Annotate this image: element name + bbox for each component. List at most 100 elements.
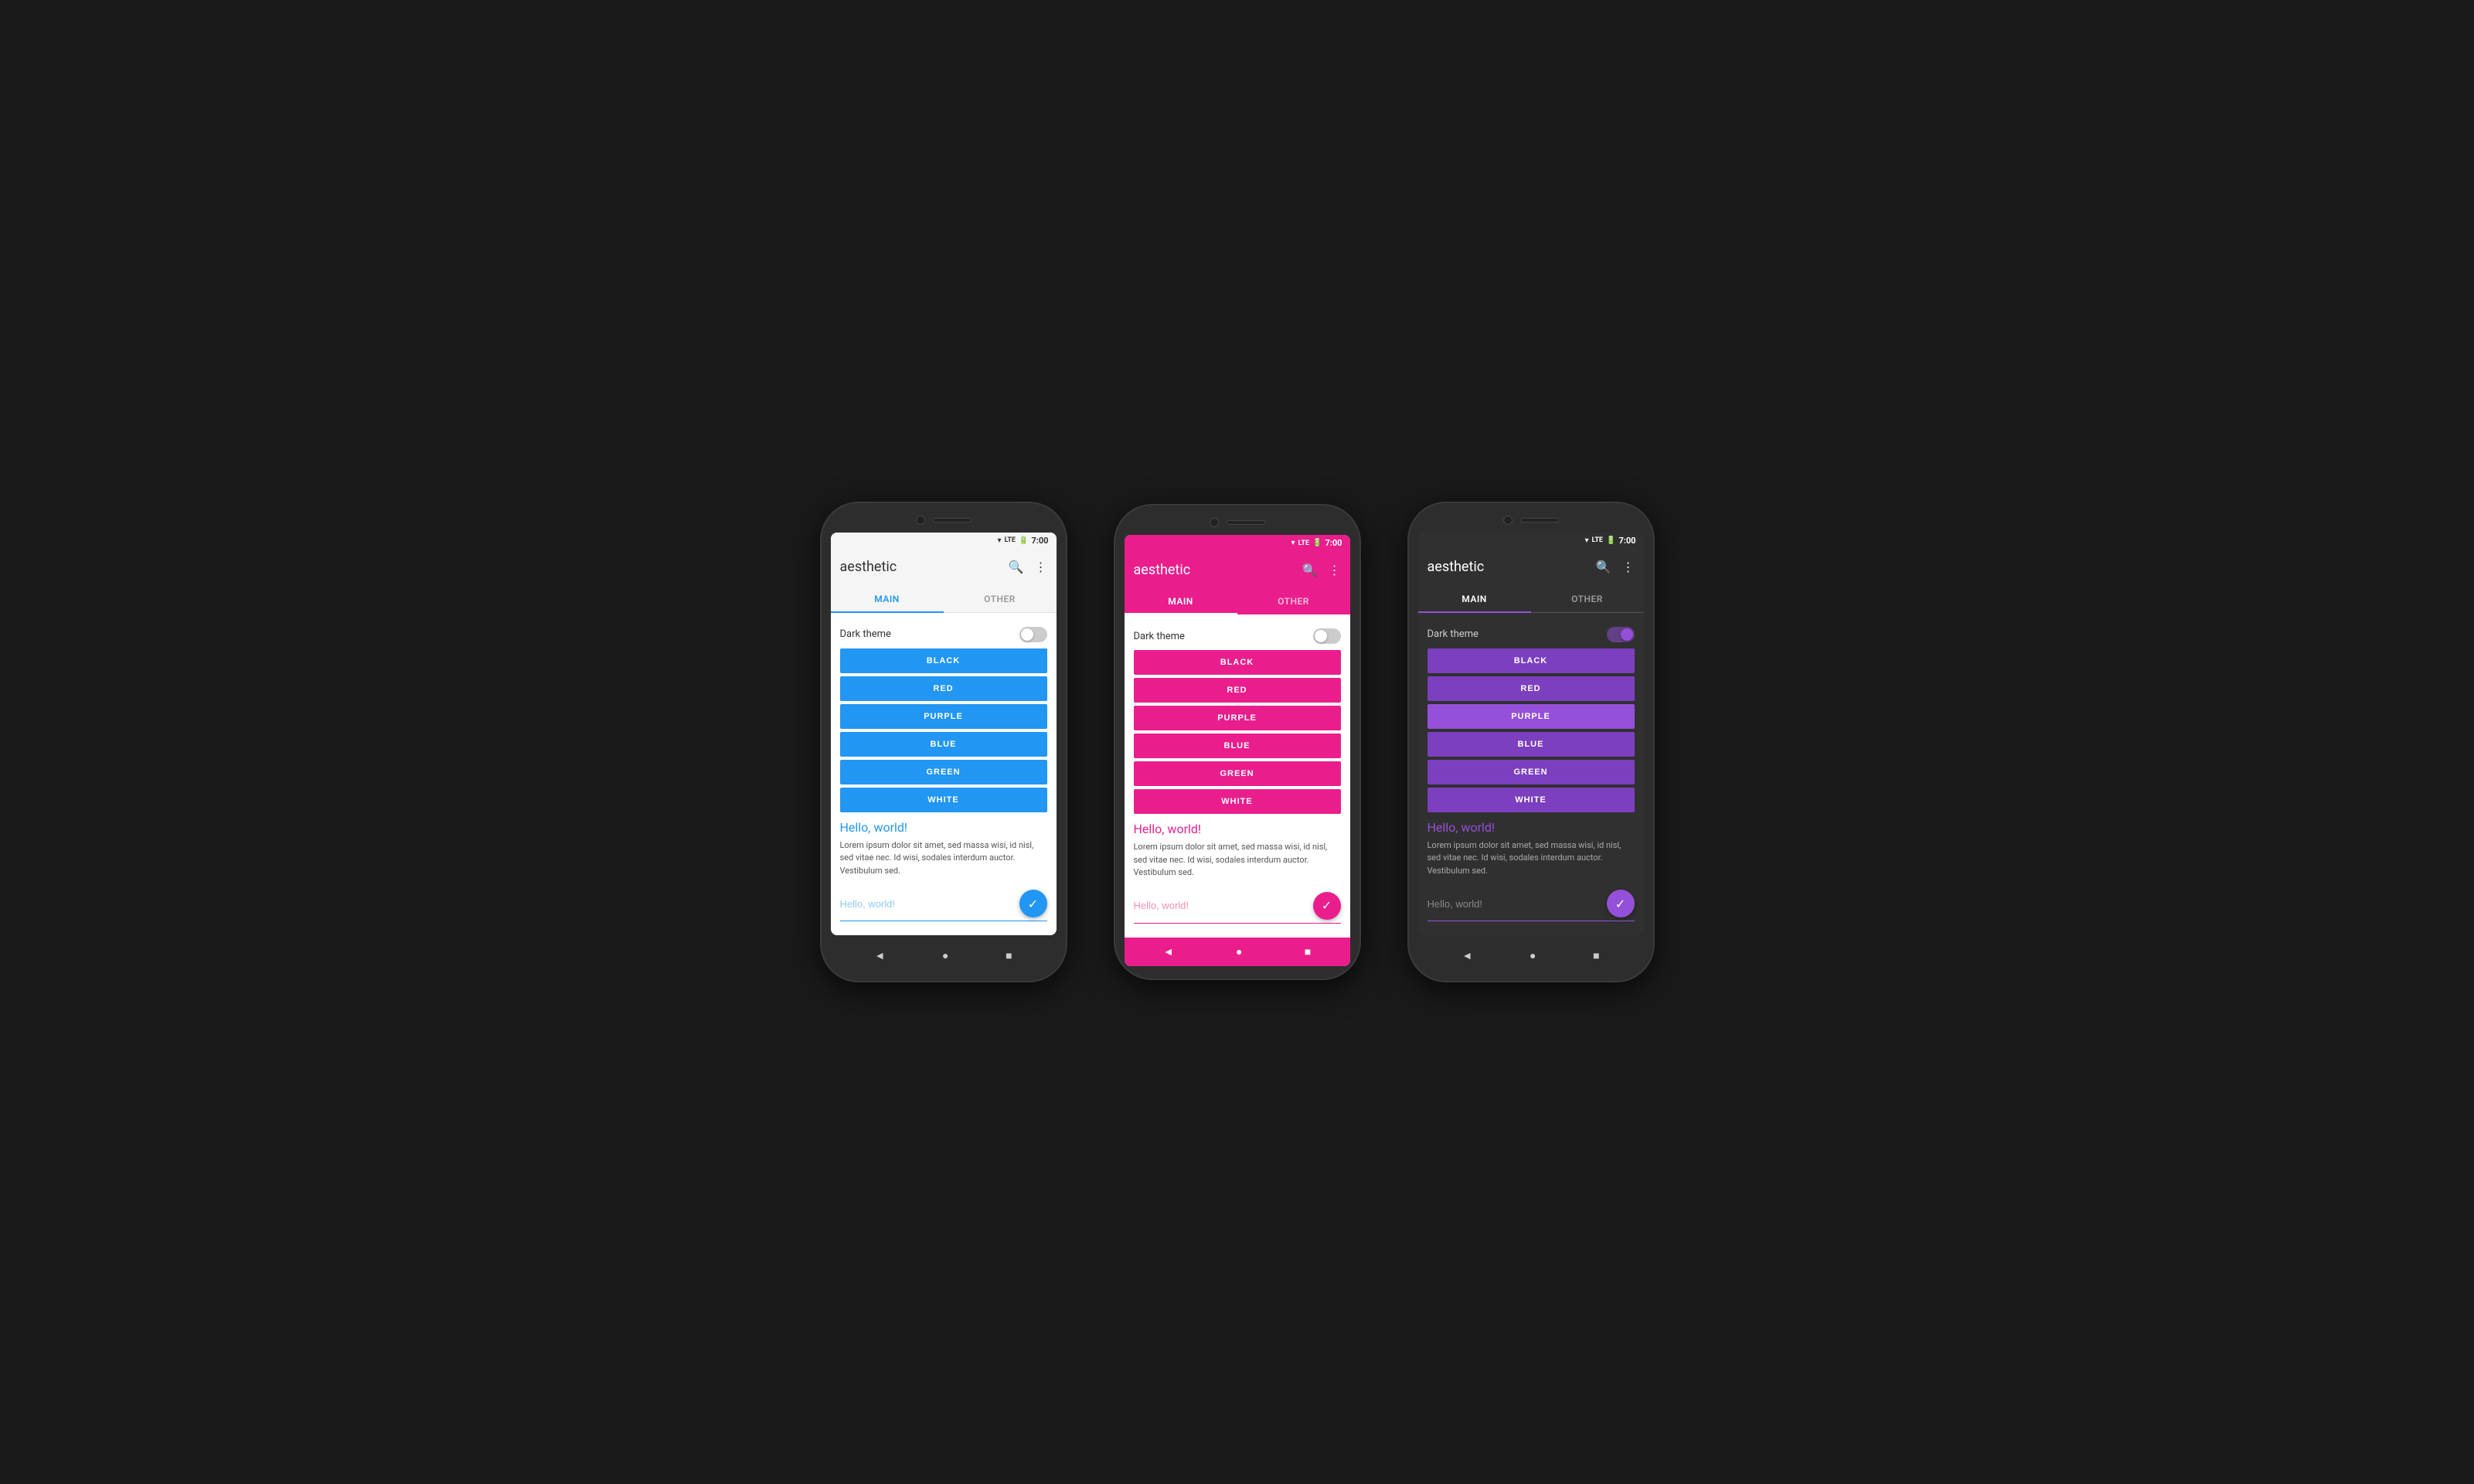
btn-blue-1[interactable]: BLUE <box>840 732 1047 757</box>
nav-back-2[interactable]: ◄ <box>1163 945 1174 958</box>
screen-1: ▾ LTE 🔋 7:00 aesthetic 🔍 ⋮ MAIN OTHER Da… <box>831 533 1057 936</box>
battery-icon-1: 🔋 <box>1019 536 1028 545</box>
phone-bottom-bar-3: ◄ ● ■ <box>1418 943 1644 968</box>
color-buttons-3: BLACK RED PURPLE BLUE GREEN WHITE <box>1428 648 1635 812</box>
nav-back-1[interactable]: ◄ <box>874 949 885 962</box>
status-bar-2: ▾ LTE 🔋 7:00 <box>1125 535 1350 551</box>
btn-white-2[interactable]: WHITE <box>1134 789 1341 814</box>
dark-theme-row-2: Dark theme <box>1134 622 1341 650</box>
text-input-3[interactable] <box>1428 898 1601 910</box>
fab-3[interactable]: ✓ <box>1607 890 1635 917</box>
nav-recents-2[interactable]: ■ <box>1305 945 1311 958</box>
content-3: Dark theme BLACK RED PURPLE BLUE GREEN W… <box>1418 613 1644 936</box>
fab-2[interactable]: ✓ <box>1313 892 1341 920</box>
dark-theme-label-1: Dark theme <box>840 628 891 640</box>
nav-recents-1[interactable]: ■ <box>1006 949 1012 962</box>
dark-theme-row-3: Dark theme <box>1428 621 1635 648</box>
search-icon-3[interactable]: 🔍 <box>1596 560 1611 574</box>
btn-red-2[interactable]: RED <box>1134 678 1341 703</box>
btn-purple-1[interactable]: PURPLE <box>840 704 1047 729</box>
front-camera-2 <box>1210 518 1219 527</box>
hello-body-3: Lorem ipsum dolor sit amet, sed massa wi… <box>1428 839 1635 878</box>
lte-icon-2: LTE <box>1298 539 1309 547</box>
front-camera-3 <box>1503 516 1513 525</box>
btn-blue-3[interactable]: BLUE <box>1428 732 1635 757</box>
dark-theme-toggle-1[interactable] <box>1019 627 1047 642</box>
battery-icon-2: 🔋 <box>1312 539 1322 547</box>
btn-black-2[interactable]: BLACK <box>1134 650 1341 675</box>
btn-green-2[interactable]: GREEN <box>1134 761 1341 786</box>
lte-icon-1: LTE <box>1004 536 1016 544</box>
status-bar-3: ▾ LTE 🔋 7:00 <box>1418 533 1644 549</box>
speaker-1 <box>933 518 972 522</box>
app-bar-3: aesthetic 🔍 ⋮ <box>1418 549 1644 586</box>
text-input-2[interactable] <box>1134 900 1307 911</box>
hello-body-2: Lorem ipsum dolor sit amet, sed massa wi… <box>1134 841 1341 880</box>
phone-1: ▾ LTE 🔋 7:00 aesthetic 🔍 ⋮ MAIN OTHER Da… <box>820 502 1067 983</box>
app-title-1: aesthetic <box>840 559 1009 575</box>
dark-theme-label-2: Dark theme <box>1134 631 1185 642</box>
front-camera-1 <box>916 516 925 525</box>
wifi-icon-3: ▾ <box>1584 536 1588 545</box>
text-input-1[interactable] <box>840 898 1013 910</box>
btn-white-3[interactable]: WHITE <box>1428 788 1635 812</box>
tab-other-1[interactable]: OTHER <box>944 586 1057 612</box>
app-bar-icons-2: 🔍 ⋮ <box>1302 563 1341 577</box>
input-row-2: ✓ <box>1134 889 1341 924</box>
dark-theme-label-3: Dark theme <box>1428 628 1479 640</box>
menu-icon-1[interactable]: ⋮ <box>1035 560 1047 574</box>
btn-black-3[interactable]: BLACK <box>1428 648 1635 673</box>
tab-main-1[interactable]: MAIN <box>831 586 944 612</box>
bottom-nav-2: ◄ ● ■ <box>1125 938 1350 966</box>
tab-other-2[interactable]: OTHER <box>1237 588 1350 614</box>
phone-top-bar-2 <box>1125 518 1350 527</box>
input-row-1: ✓ <box>840 887 1047 921</box>
app-bar-icons-3: 🔍 ⋮ <box>1596 560 1635 574</box>
content-2: Dark theme BLACK RED PURPLE BLUE GREEN W… <box>1125 614 1350 938</box>
wifi-icon-2: ▾ <box>1291 539 1295 547</box>
menu-icon-2[interactable]: ⋮ <box>1329 563 1341 577</box>
hello-title-3: Hello, world! <box>1428 820 1635 835</box>
dark-theme-toggle-3[interactable] <box>1607 627 1635 642</box>
search-icon-1[interactable]: 🔍 <box>1009 560 1024 574</box>
nav-home-2[interactable]: ● <box>1236 945 1242 958</box>
btn-blue-2[interactable]: BLUE <box>1134 733 1341 758</box>
nav-home-3[interactable]: ● <box>1530 949 1536 962</box>
speaker-2 <box>1227 520 1265 525</box>
hello-title-2: Hello, world! <box>1134 822 1341 836</box>
nav-recents-3[interactable]: ■ <box>1593 949 1599 962</box>
btn-green-3[interactable]: GREEN <box>1428 760 1635 785</box>
tabs-1: MAIN OTHER <box>831 586 1057 613</box>
dark-theme-row-1: Dark theme <box>840 621 1047 648</box>
tab-other-3[interactable]: OTHER <box>1531 586 1644 612</box>
btn-red-3[interactable]: RED <box>1428 676 1635 701</box>
menu-icon-3[interactable]: ⋮ <box>1622 560 1635 574</box>
app-title-2: aesthetic <box>1134 562 1302 578</box>
battery-icon-3: 🔋 <box>1606 536 1615 545</box>
time-3: 7:00 <box>1618 536 1635 546</box>
status-bar-1: ▾ LTE 🔋 7:00 <box>831 533 1057 549</box>
time-1: 7:00 <box>1031 536 1048 546</box>
app-bar-2: aesthetic 🔍 ⋮ <box>1125 551 1350 588</box>
nav-back-3[interactable]: ◄ <box>1462 949 1472 962</box>
input-row-3: ✓ <box>1428 887 1635 921</box>
btn-purple-2[interactable]: PURPLE <box>1134 706 1341 730</box>
btn-red-1[interactable]: RED <box>840 676 1047 701</box>
fab-1[interactable]: ✓ <box>1019 890 1047 917</box>
tab-main-2[interactable]: MAIN <box>1125 588 1237 614</box>
hello-title-1: Hello, world! <box>840 820 1047 835</box>
tab-main-3[interactable]: MAIN <box>1418 586 1531 612</box>
lte-icon-3: LTE <box>1591 536 1603 544</box>
phone-2: ▾ LTE 🔋 7:00 aesthetic 🔍 ⋮ MAIN OTHER Da… <box>1114 504 1361 980</box>
hello-body-1: Lorem ipsum dolor sit amet, sed massa wi… <box>840 839 1047 878</box>
nav-home-1[interactable]: ● <box>942 949 948 962</box>
screen-3: ▾ LTE 🔋 7:00 aesthetic 🔍 ⋮ MAIN OTHER Da… <box>1418 533 1644 936</box>
search-icon-2[interactable]: 🔍 <box>1302 563 1318 577</box>
btn-green-1[interactable]: GREEN <box>840 760 1047 785</box>
tabs-2: MAIN OTHER <box>1125 588 1350 614</box>
phone-3: ▾ LTE 🔋 7:00 aesthetic 🔍 ⋮ MAIN OTHER Da… <box>1407 502 1655 983</box>
dark-theme-toggle-2[interactable] <box>1313 628 1341 644</box>
btn-white-1[interactable]: WHITE <box>840 788 1047 812</box>
btn-purple-3[interactable]: PURPLE <box>1428 704 1635 729</box>
btn-black-1[interactable]: BLACK <box>840 648 1047 673</box>
